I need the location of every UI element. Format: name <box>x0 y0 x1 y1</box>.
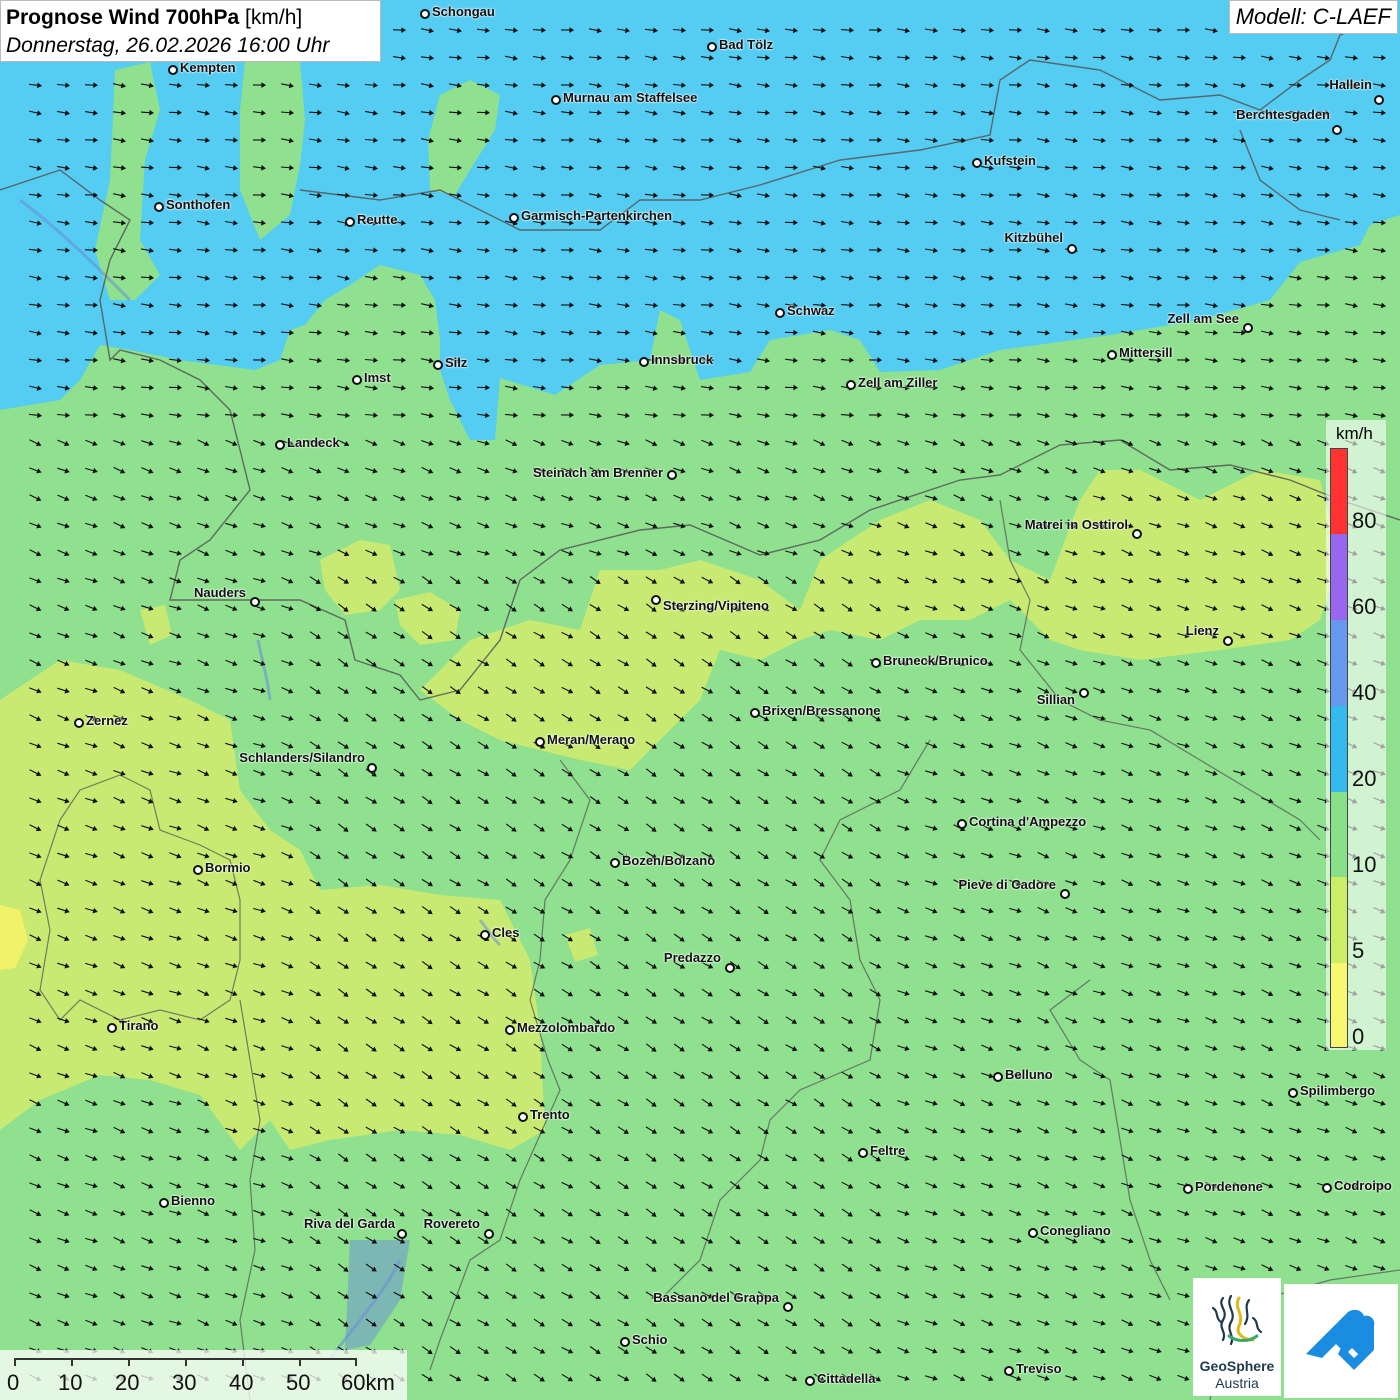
city-dot <box>1332 125 1342 135</box>
city-label: Garmisch-Partenkirchen <box>521 208 673 223</box>
city-label: Zell am See <box>1167 311 1239 326</box>
city-label: Bad Tölz <box>719 37 774 52</box>
city-dot <box>551 95 561 105</box>
city-label: Imst <box>364 370 391 385</box>
city-dot <box>871 658 881 668</box>
city-label: Reutte <box>357 212 398 227</box>
city-label: Schongau <box>432 4 495 19</box>
city-dot <box>250 597 260 607</box>
city-dot <box>651 595 661 605</box>
city-label: Innsbruck <box>651 352 714 367</box>
city-dot <box>154 202 164 212</box>
city-label: Sterzing/Vipiteno <box>663 598 769 613</box>
city-label: Nauders <box>193 585 246 600</box>
city-dot <box>1107 350 1117 360</box>
city-label: Kempten <box>180 60 236 75</box>
city-label: Schwaz <box>787 303 835 318</box>
city-dot <box>639 357 649 367</box>
city-dot <box>775 308 785 318</box>
city-dot <box>420 9 430 19</box>
city-label: Kufstein <box>984 153 1036 168</box>
city-label: Mittersill <box>1119 345 1173 360</box>
city-dot <box>667 470 677 480</box>
city-label: Matrei in Osttirol <box>1024 517 1128 532</box>
city-label: Kitzbühel <box>1004 230 1064 245</box>
city-dot <box>1374 95 1384 105</box>
wind-forecast-map[interactable]: Schongau Bad Tölz Kempten Murnau am Staf… <box>0 0 1400 1400</box>
city-dot <box>1132 529 1142 539</box>
city-label: Sonthofen <box>166 197 231 212</box>
city-dot <box>1223 636 1233 646</box>
city-label: Landeck <box>287 435 340 450</box>
city-label: Hallein <box>1329 77 1372 92</box>
city-dot <box>433 360 443 370</box>
city-dot <box>972 158 982 168</box>
city-label: Zell am Ziller <box>858 375 938 390</box>
city-dot <box>846 380 856 390</box>
city-dot <box>168 65 178 75</box>
city-label: Steinach am Brenner <box>532 465 663 480</box>
city-dot <box>509 213 519 223</box>
city-dot <box>707 42 717 52</box>
city-label: Silz <box>445 355 468 370</box>
city-label: Murnau am Staffelsee <box>563 90 698 105</box>
city-label: Berchtesgaden <box>1236 107 1330 122</box>
city-dot <box>275 440 285 450</box>
city-dot <box>1067 244 1077 254</box>
city-label: Lienz <box>1185 623 1219 638</box>
city-dot <box>352 375 362 385</box>
city-dot <box>1243 323 1253 333</box>
city-dot <box>345 217 355 227</box>
